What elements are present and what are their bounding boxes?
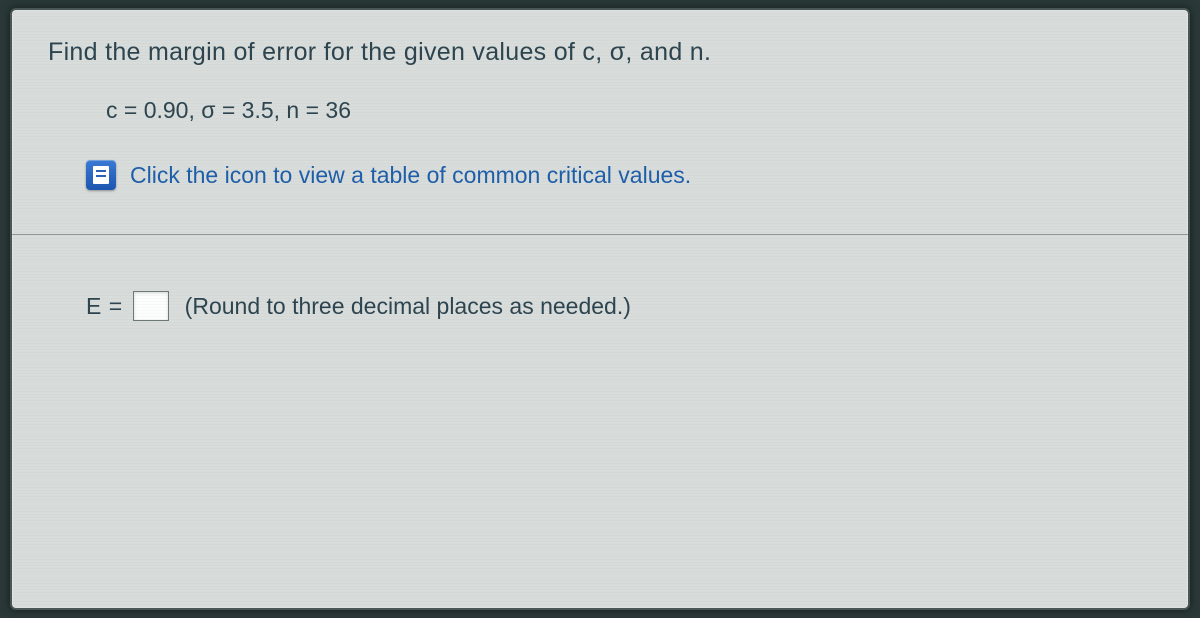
answer-hint: (Round to three decimal places as needed… [185, 293, 631, 320]
table-link-row: Click the icon to view a table of common… [86, 160, 1152, 190]
table-link-text[interactable]: Click the icon to view a table of common… [130, 162, 691, 189]
question-params: c = 0.90, σ = 3.5, n = 36 [106, 97, 1152, 124]
answer-row: E = (Round to three decimal places as ne… [86, 291, 1152, 321]
section-divider [12, 234, 1188, 235]
page-icon [93, 166, 109, 184]
answer-input[interactable] [133, 291, 169, 321]
question-window: Find the margin of error for the given v… [10, 8, 1190, 610]
question-title: Find the margin of error for the given v… [48, 38, 1152, 67]
answer-prefix: E = [86, 293, 123, 320]
table-icon-button[interactable] [86, 160, 116, 190]
